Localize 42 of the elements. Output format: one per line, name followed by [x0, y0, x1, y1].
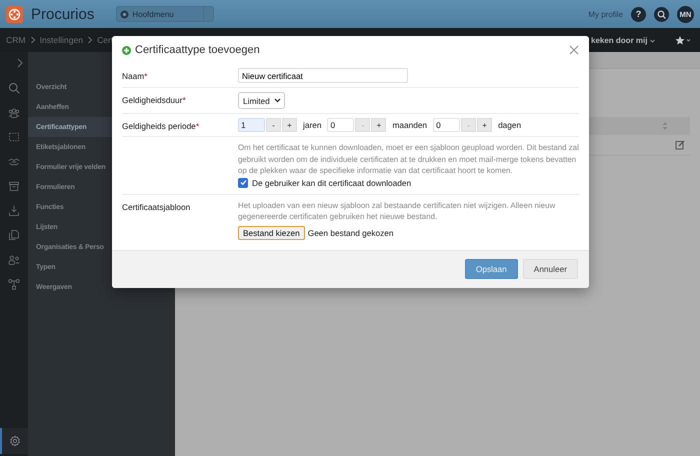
file-status: Geen bestand gekozen — [308, 228, 394, 238]
save-button[interactable]: Opslaan — [464, 259, 518, 279]
profile-link[interactable]: My profile — [588, 10, 623, 18]
search-icon — [657, 10, 666, 18]
search-button[interactable] — [654, 6, 669, 22]
favorites-star-icon[interactable] — [675, 36, 692, 45]
dialog-title: Certificaattype toevoegen — [135, 44, 261, 56]
unit-label: maanden — [392, 120, 428, 130]
increment-button[interactable]: + — [371, 118, 386, 132]
breadcrumb-link[interactable]: CRM — [6, 35, 26, 45]
choose-file-button[interactable]: Bestand kiezen — [238, 226, 305, 240]
name-input[interactable]: Nieuw certificaat — [238, 68, 408, 83]
unit-label: dagen — [498, 120, 522, 130]
plus-icon — [122, 46, 131, 54]
breadcrumb-link[interactable]: Instellingen — [40, 35, 84, 45]
expand-chevron-icon[interactable] — [15, 58, 25, 68]
settings-icon[interactable] — [0, 428, 28, 454]
brand-name: Procurios — [31, 6, 94, 22]
logo-icon — [6, 6, 23, 22]
chevron-right-icon — [87, 36, 94, 44]
recent-menu[interactable]: keken door mij — [591, 36, 656, 45]
number-input[interactable]: 1 — [238, 118, 265, 132]
number-input[interactable]: 0 — [327, 118, 354, 132]
edit-icon[interactable] — [675, 140, 685, 150]
duration-select[interactable]: Limited — [238, 92, 285, 109]
close-icon[interactable] — [569, 45, 579, 55]
cancel-button[interactable]: Annuleer — [522, 259, 578, 279]
help-button[interactable]: ? — [631, 6, 646, 22]
main-menu-dropdown[interactable]: Hoofdmenu — [116, 6, 214, 22]
decrement-button[interactable]: - — [266, 118, 281, 132]
increment-button[interactable]: + — [477, 118, 492, 132]
caret-down-icon — [650, 38, 656, 42]
unit-label: jaren — [303, 120, 322, 130]
field-label: Geldigheidsduur* — [122, 95, 186, 107]
chevron-right-icon — [30, 36, 36, 44]
checkbox[interactable] — [238, 178, 248, 188]
field-label: Naam* — [122, 71, 148, 83]
caret-down-icon — [274, 98, 281, 103]
increment-button[interactable]: + — [282, 118, 297, 132]
number-input[interactable]: 0 — [433, 118, 460, 132]
field-label: Certificaatsjabloon — [122, 202, 190, 214]
checkbox-label: De gebruiker kan dit certificaat downloaden — [252, 178, 412, 188]
